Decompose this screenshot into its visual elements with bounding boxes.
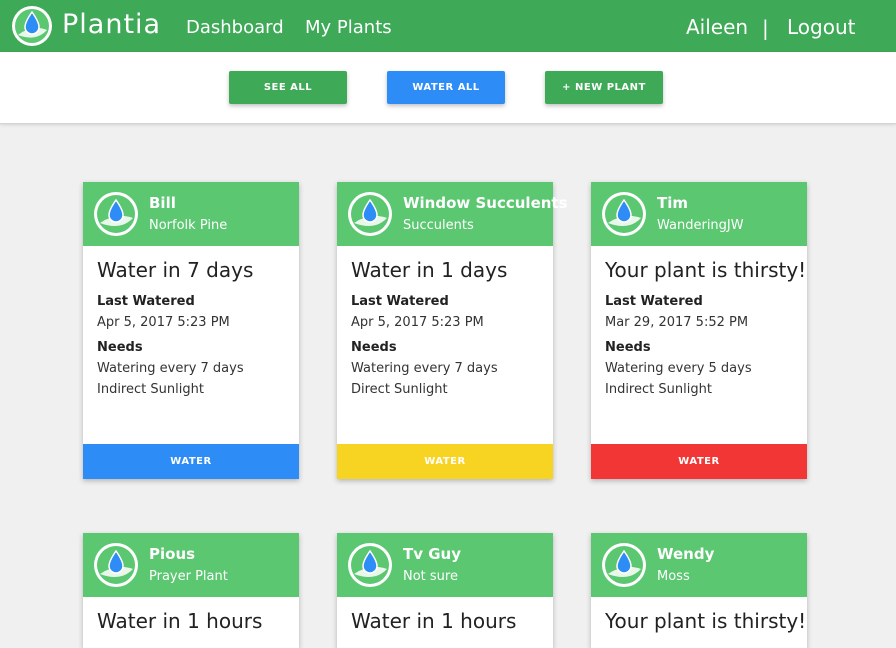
plant-card: Tim WanderingJW Your plant is thirsty! L…: [591, 182, 807, 479]
plant-species: Moss: [657, 569, 690, 584]
water-drop-leaf-icon: [348, 192, 392, 236]
water-drop-leaf-icon: [94, 543, 138, 587]
nav-dashboard-link[interactable]: Dashboard: [186, 17, 284, 39]
water-drop-leaf-icon: [348, 543, 392, 587]
nav-separator: |: [762, 16, 769, 40]
plant-card-header: Pious Prayer Plant: [83, 533, 299, 597]
sunlight-need: Indirect Sunlight: [97, 382, 204, 397]
plant-species: Norfolk Pine: [149, 218, 228, 233]
last-watered-label: Last Watered: [605, 294, 703, 309]
plant-card: Bill Norfolk Pine Water in 7 days Last W…: [83, 182, 299, 479]
watering-status: Your plant is thirsty!: [605, 609, 807, 633]
brand-name[interactable]: Plantia: [62, 9, 161, 41]
plant-name[interactable]: Wendy: [657, 545, 714, 563]
top-nav-bar: Plantia Dashboard My Plants Aileen | Log…: [0, 0, 896, 52]
action-bar: SEE ALL WATER ALL + NEW PLANT: [0, 52, 896, 124]
watering-status: Water in 1 days: [351, 258, 508, 282]
watering-status: Water in 1 hours: [97, 609, 263, 633]
last-watered-value: Apr 5, 2017 5:23 PM: [351, 315, 484, 330]
see-all-button[interactable]: SEE ALL: [229, 71, 347, 104]
plant-name[interactable]: Window Succulents: [403, 194, 568, 212]
watering-status: Your plant is thirsty!: [605, 258, 807, 282]
water-drop-leaf-icon: [602, 543, 646, 587]
last-watered-label: Last Watered: [97, 294, 195, 309]
logout-link[interactable]: Logout: [787, 16, 855, 38]
water-button[interactable]: WATER: [337, 444, 553, 479]
plant-card-header: Tim WanderingJW: [591, 182, 807, 246]
needs-label: Needs: [97, 340, 143, 355]
plant-card: Pious Prayer Plant Water in 1 hours: [83, 533, 299, 648]
plant-name[interactable]: Bill: [149, 194, 176, 212]
watering-status: Water in 7 days: [97, 258, 254, 282]
plant-card-header: Wendy Moss: [591, 533, 807, 597]
plant-name[interactable]: Pious: [149, 545, 195, 563]
needs-label: Needs: [351, 340, 397, 355]
plant-card-header: Window Succulents Succulents: [337, 182, 568, 246]
water-button[interactable]: WATER: [591, 444, 807, 479]
plant-card: Tv Guy Not sure Water in 1 hours: [337, 533, 553, 648]
last-watered-value: Mar 29, 2017 5:52 PM: [605, 315, 749, 330]
watering-status: Water in 1 hours: [351, 609, 517, 633]
nav-my-plants-link[interactable]: My Plants: [305, 17, 392, 39]
water-button[interactable]: WATER: [83, 444, 299, 479]
water-drop-leaf-icon: [94, 192, 138, 236]
plant-card-header: Bill Norfolk Pine: [83, 182, 299, 246]
plant-card-header: Tv Guy Not sure: [337, 533, 553, 597]
sunlight-need: Indirect Sunlight: [605, 382, 712, 397]
watering-frequency: Watering every 5 days: [605, 361, 752, 376]
water-all-button[interactable]: WATER ALL: [387, 71, 505, 104]
plant-name[interactable]: Tv Guy: [403, 545, 461, 563]
plant-card: Window Succulents Succulents Water in 1 …: [337, 182, 568, 479]
last-watered-label: Last Watered: [351, 294, 449, 309]
water-drop-leaf-icon: [602, 192, 646, 236]
last-watered-value: Apr 5, 2017 5:23 PM: [97, 315, 230, 330]
plant-card: Wendy Moss Your plant is thirsty!: [591, 533, 807, 648]
plant-name[interactable]: Tim: [657, 194, 688, 212]
user-name-link[interactable]: Aileen: [686, 16, 748, 38]
new-plant-button[interactable]: + NEW PLANT: [545, 71, 663, 104]
needs-label: Needs: [605, 340, 651, 355]
watering-frequency: Watering every 7 days: [351, 361, 498, 376]
plant-species: Succulents: [403, 218, 474, 233]
sunlight-need: Direct Sunlight: [351, 382, 448, 397]
plant-species: Prayer Plant: [149, 569, 228, 584]
plant-species: WanderingJW: [657, 218, 744, 233]
watering-frequency: Watering every 7 days: [97, 361, 244, 376]
plant-species: Not sure: [403, 569, 458, 584]
logo-icon[interactable]: [10, 4, 54, 48]
